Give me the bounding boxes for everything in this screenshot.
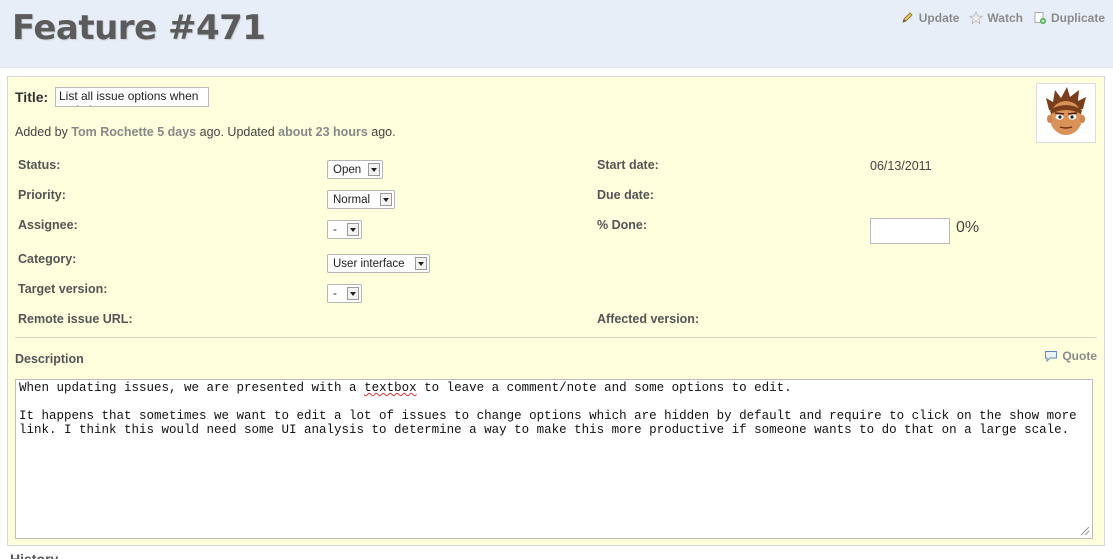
title-label: Title:: [15, 89, 49, 105]
history-heading: History: [10, 551, 59, 559]
duplicate-label: Duplicate: [1050, 11, 1105, 25]
issue-panel: Title: List all issue options when updat…: [7, 76, 1105, 546]
contextual-actions: Update Watch Duplicate: [901, 11, 1105, 25]
author-prefix: Added by: [15, 125, 68, 139]
title-input[interactable]: List all issue options when updating: [55, 87, 209, 107]
start-date-label: Start date:: [597, 158, 659, 172]
update-link[interactable]: Update: [901, 11, 960, 25]
divider: [15, 337, 1097, 338]
duplicate-icon: [1034, 12, 1046, 24]
start-date-value: 06/13/2011: [870, 159, 932, 173]
added-ago-link[interactable]: 5 days: [157, 125, 196, 139]
description-text-line1a: When updating issues, we are presented w…: [19, 381, 365, 395]
description-misspelled-word: textbox: [364, 381, 417, 395]
update-label: Update: [918, 11, 960, 25]
star-icon: [969, 11, 984, 25]
resize-handle[interactable]: [1081, 527, 1089, 535]
avatar: [1036, 83, 1096, 143]
author-suffix: ago.: [371, 125, 396, 139]
duplicate-link[interactable]: Duplicate: [1033, 11, 1105, 25]
author-middle: ago. Updated: [199, 125, 275, 139]
done-label: % Done:: [597, 218, 647, 232]
author-link[interactable]: Tom Rochette: [71, 125, 153, 139]
priority-label: Priority:: [18, 188, 66, 202]
page-header: Feature #471 Update Watch Duplicate: [0, 0, 1113, 68]
description-label: Description: [15, 352, 84, 366]
priority-value: Normal: [333, 193, 371, 206]
status-label: Status:: [18, 158, 61, 172]
assignee-label: Assignee:: [18, 218, 78, 232]
status-select[interactable]: Open: [327, 160, 383, 179]
due-date-label: Due date:: [597, 188, 654, 202]
description-text-line1b: to leave a comment/note and some options…: [416, 381, 792, 395]
pencil-icon: [902, 12, 913, 23]
done-progress-bar: [870, 218, 950, 244]
status-value: Open: [333, 163, 362, 176]
description-text-paragraph2: It happens that sometimes we want to edi…: [19, 409, 1085, 437]
category-value: User interface: [333, 257, 405, 270]
chevron-down-icon: [347, 287, 359, 300]
page-title: Feature #471: [12, 8, 266, 48]
watch-label: Watch: [987, 11, 1023, 25]
avatar-face-icon: [1046, 87, 1086, 135]
target-version-value: -: [333, 287, 337, 300]
chevron-down-icon: [368, 163, 380, 176]
quote-link[interactable]: Quote: [1044, 349, 1097, 363]
done-percent: 0%: [956, 219, 980, 236]
assignee-value: -: [333, 223, 337, 236]
comment-icon: [1045, 351, 1058, 363]
chevron-down-icon: [380, 193, 392, 206]
category-label: Category:: [18, 252, 77, 266]
watch-link[interactable]: Watch: [969, 11, 1023, 25]
updated-ago-link[interactable]: about 23 hours: [278, 125, 368, 139]
target-version-label: Target version:: [18, 282, 108, 296]
chevron-down-icon: [415, 257, 427, 270]
affected-version-label: Affected version:: [597, 312, 700, 326]
assignee-select[interactable]: -: [327, 220, 362, 239]
category-select[interactable]: User interface: [327, 254, 430, 273]
remote-url-label: Remote issue URL:: [18, 312, 133, 326]
description-textarea[interactable]: When updating issues, we are presented w…: [15, 379, 1093, 539]
priority-select[interactable]: Normal: [327, 190, 395, 209]
chevron-down-icon: [347, 223, 359, 236]
author-line: Added by Tom Rochette 5 days ago. Update…: [15, 125, 396, 139]
quote-label: Quote: [1062, 349, 1097, 363]
target-version-select[interactable]: -: [327, 284, 362, 303]
